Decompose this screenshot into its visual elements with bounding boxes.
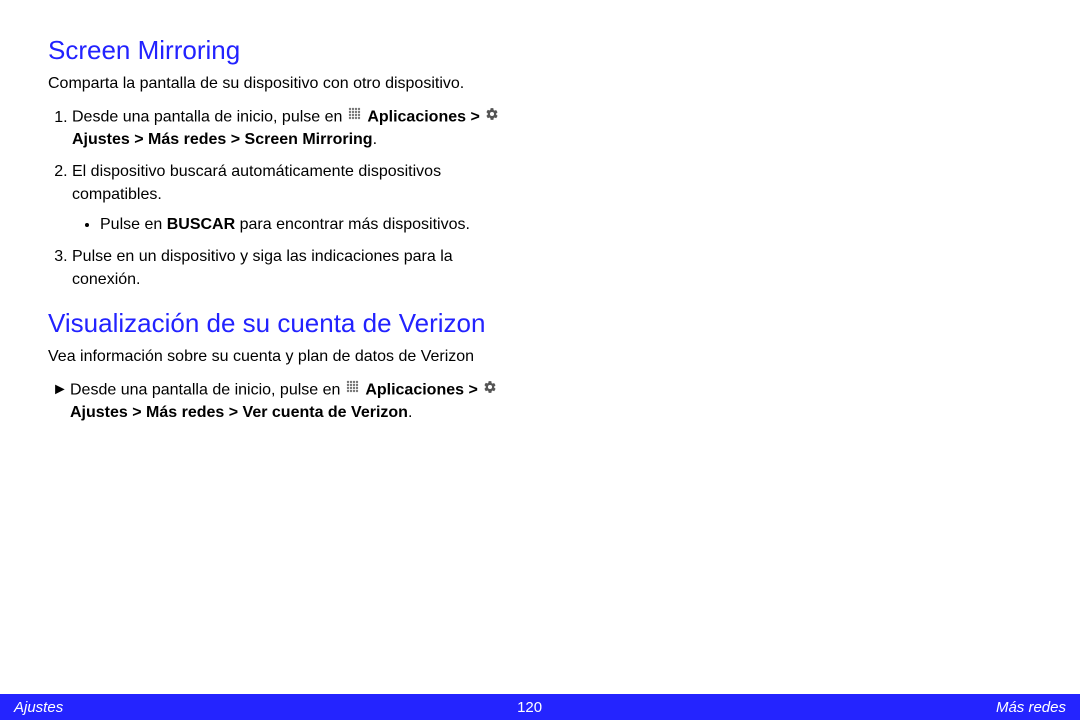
step1-pre: Desde una pantalla de inicio, pulse en: [72, 109, 347, 126]
section-title-screen-mirroring: Screen Mirroring: [48, 34, 520, 67]
step-2: El dispositivo buscará automáticamente d…: [72, 161, 520, 236]
step-1: Desde una pantalla de inicio, pulse en A…: [72, 106, 520, 151]
section2-apps-label: Aplicaciones: [365, 382, 464, 399]
step1-period: .: [373, 131, 377, 148]
footer-left: Ajustes: [14, 699, 63, 716]
step2-bullet-post: para encontrar más dispositivos.: [235, 216, 470, 233]
page: Screen Mirroring Comparta la pantalla de…: [0, 0, 1080, 720]
gear-icon: [483, 379, 497, 401]
section1-steps: Desde una pantalla de inicio, pulse en A…: [48, 106, 520, 291]
footer-bar: Ajustes 120 Más redes: [0, 694, 1080, 720]
section-title-verizon: Visualización de su cuenta de Verizon: [48, 307, 520, 340]
section2-step: ► Desde una pantalla de inicio, pulse en…: [52, 379, 520, 424]
gear-icon: [485, 106, 499, 128]
section2-pre: Desde una pantalla de inicio, pulse en: [70, 382, 345, 399]
apps-grid-icon: [346, 379, 360, 401]
section1-intro: Comparta la pantalla de su dispositivo c…: [48, 73, 520, 95]
section2-intro: Vea información sobre su cuenta y plan d…: [48, 346, 520, 368]
section2-gt1: >: [464, 382, 482, 399]
step1-gt1: >: [466, 109, 484, 126]
step1-apps-label: Aplicaciones: [367, 109, 466, 126]
section2-period: .: [408, 404, 412, 421]
footer-right: Más redes: [996, 699, 1066, 716]
section2-step-body: Desde una pantalla de inicio, pulse en A…: [70, 379, 520, 424]
step2-sublist: Pulse en BUSCAR para encontrar más dispo…: [72, 214, 520, 236]
content-column: Screen Mirroring Comparta la pantalla de…: [0, 0, 560, 475]
section2-path: Ajustes > Más redes > Ver cuenta de Veri…: [70, 404, 408, 421]
step2-bullet: Pulse en BUSCAR para encontrar más dispo…: [100, 214, 520, 236]
step2-text: El dispositivo buscará automáticamente d…: [72, 163, 441, 202]
step2-bullet-bold: BUSCAR: [167, 216, 235, 233]
step1-path: Ajustes > Más redes > Screen Mirroring: [72, 131, 373, 148]
footer-page-number: 120: [517, 699, 542, 716]
apps-grid-icon: [348, 106, 362, 128]
step2-bullet-pre: Pulse en: [100, 216, 167, 233]
arrow-icon: ►: [52, 379, 70, 424]
step-3: Pulse en un dispositivo y siga las indic…: [72, 246, 520, 291]
